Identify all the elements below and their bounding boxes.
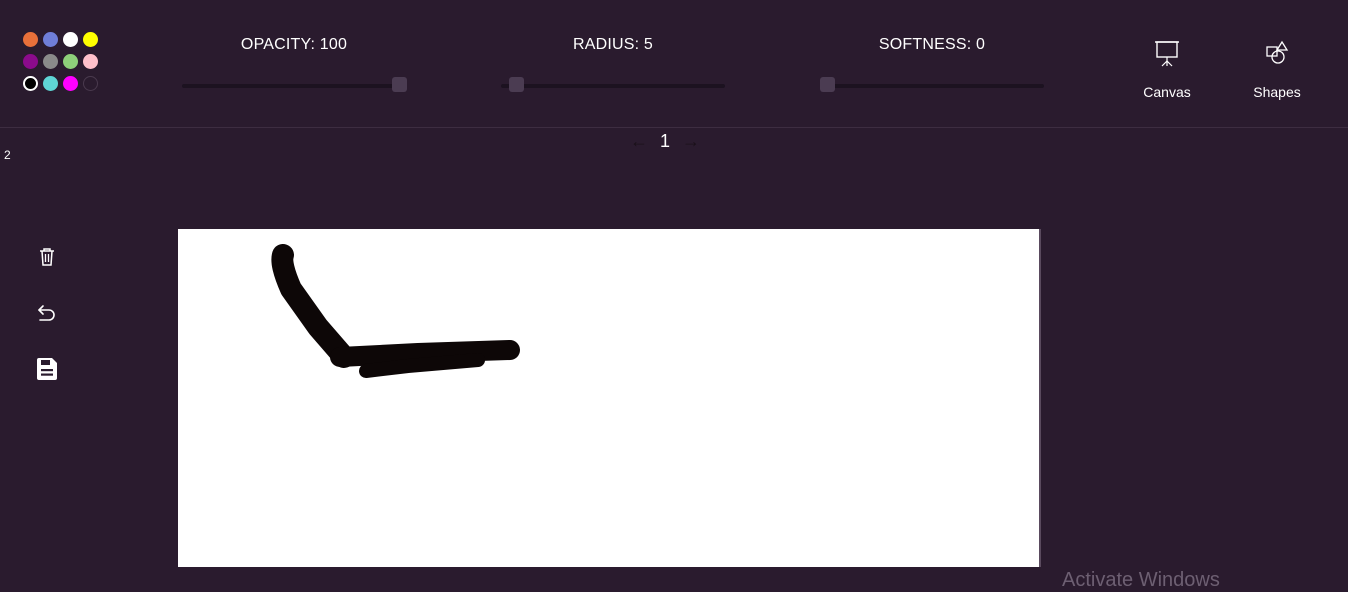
color-swatch-purple[interactable]	[23, 54, 38, 69]
color-swatch-black[interactable]	[23, 76, 38, 91]
color-swatch-orange[interactable]	[23, 32, 38, 47]
current-page-number: 1	[660, 130, 671, 151]
color-swatch-gray[interactable]	[43, 54, 58, 69]
drawing-canvas[interactable]	[178, 229, 1041, 567]
color-palette	[22, 31, 102, 93]
color-swatch-blue[interactable]	[43, 32, 58, 47]
shapes-button-label: Shapes	[1253, 84, 1301, 100]
previous-page-arrow[interactable]: ←	[630, 131, 648, 152]
radius-slider-thumb[interactable]	[509, 77, 525, 92]
activate-windows-watermark: Activate Windows	[1062, 569, 1220, 591]
color-swatch-background[interactable]	[83, 76, 98, 91]
save-button[interactable]	[31, 353, 63, 385]
top-toolbar: OPACITY: 100 RADIUS: 5 SOFTNESS: 0 Canva…	[0, 0, 1348, 128]
trash-icon	[40, 248, 54, 266]
page-navigator: ← 1 →	[630, 130, 700, 152]
presentation-board-icon	[1155, 41, 1179, 67]
color-swatch-cyan[interactable]	[43, 76, 58, 91]
opacity-label: OPACITY: 100	[240, 36, 348, 53]
brush-stroke-drawing	[271, 244, 520, 378]
delete-button[interactable]	[31, 241, 63, 273]
shapes-icon	[1266, 40, 1289, 64]
shapes-button[interactable]: Shapes	[1237, 38, 1317, 102]
radius-control: RADIUS: 5	[501, 36, 725, 96]
save-icon	[37, 358, 57, 380]
canvas-button[interactable]: Canvas	[1127, 38, 1207, 102]
color-swatch-pink[interactable]	[83, 54, 98, 69]
color-swatch-green[interactable]	[63, 54, 78, 69]
side-number-label: 2	[4, 148, 11, 162]
color-swatch-white[interactable]	[63, 32, 78, 47]
opacity-control: OPACITY: 100	[182, 36, 407, 96]
radius-slider-track[interactable]	[501, 84, 725, 88]
softness-label: SOFTNESS: 0	[878, 36, 986, 53]
radius-label: RADIUS: 5	[572, 36, 654, 53]
undo-icon	[38, 305, 55, 321]
opacity-slider-track[interactable]	[182, 84, 406, 88]
undo-button[interactable]	[31, 297, 63, 329]
softness-control: SOFTNESS: 0	[820, 36, 1044, 96]
canvas-button-label: Canvas	[1143, 84, 1191, 100]
softness-slider-thumb[interactable]	[820, 77, 835, 92]
softness-slider-track[interactable]	[820, 84, 1044, 88]
next-page-arrow[interactable]: →	[682, 131, 700, 152]
color-swatch-yellow[interactable]	[83, 32, 98, 47]
color-swatch-magenta[interactable]	[63, 76, 78, 91]
opacity-slider-thumb[interactable]	[392, 77, 407, 92]
